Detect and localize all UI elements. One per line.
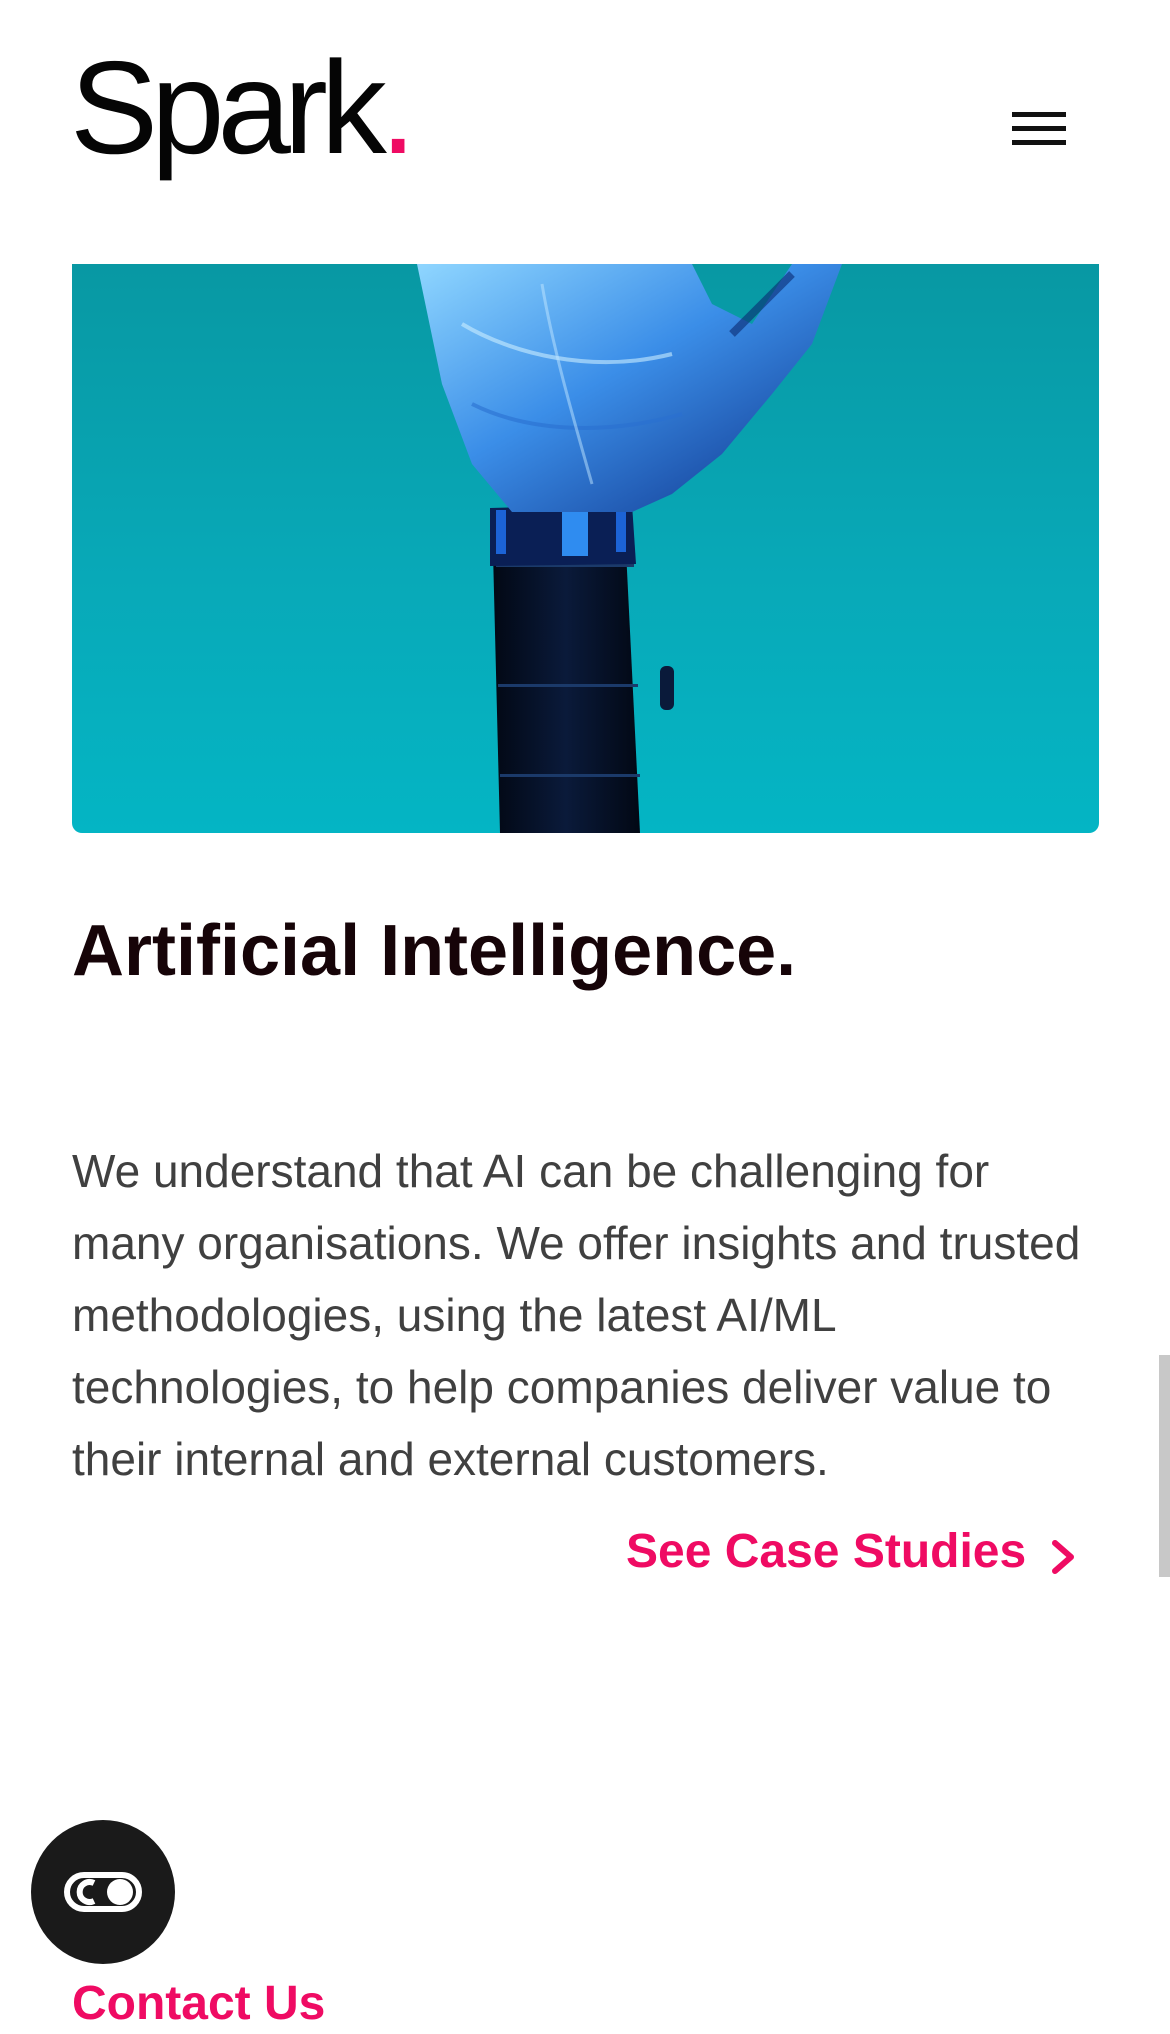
- spark-logo[interactable]: Spark.: [70, 42, 416, 174]
- robot-hand-illustration: [417, 264, 842, 833]
- contact-us-link[interactable]: Contact Us: [72, 1974, 325, 2034]
- case-studies-label: See Case Studies: [626, 1525, 1027, 1578]
- hamburger-menu-icon[interactable]: [1004, 110, 1066, 154]
- site-header: Spark.: [0, 0, 1170, 230]
- menu-line: [1012, 112, 1066, 117]
- chevron-right-icon: [1048, 1532, 1078, 1574]
- section-description: We understand that AI can be challenging…: [72, 1145, 1081, 1485]
- section-title: Artificial Intelligence.: [72, 911, 797, 991]
- menu-line: [1012, 140, 1066, 145]
- logo-dot: .: [379, 34, 417, 181]
- logo-text: Spark: [70, 34, 387, 181]
- accessibility-toggle-icon[interactable]: [31, 1820, 175, 1964]
- see-case-studies-link[interactable]: See Case Studies: [626, 1522, 1078, 1582]
- menu-line: [1012, 126, 1066, 131]
- scrollbar-thumb[interactable]: [1159, 1355, 1170, 1577]
- hero-image-robot-hand: [72, 264, 1099, 833]
